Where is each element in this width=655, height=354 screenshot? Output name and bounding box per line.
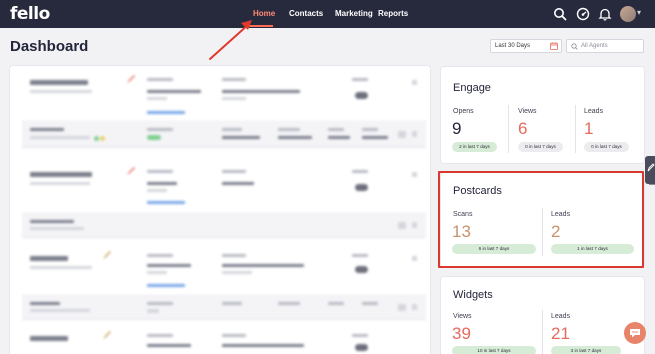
list-item-details [22, 214, 426, 238]
search-icon [571, 43, 578, 50]
chat-icon [630, 329, 640, 338]
chat-support-button[interactable] [624, 322, 646, 344]
fello-logo[interactable]: fello [10, 4, 50, 24]
divider [649, 184, 655, 185]
metric-label: Leads [551, 313, 571, 320]
page-title: Dashboard [10, 38, 89, 55]
avatar[interactable] [620, 6, 636, 22]
metric-trend-chip: 10 in last 7 days [452, 346, 536, 354]
list-item[interactable] [22, 326, 426, 354]
metric-label: Opens [453, 108, 474, 115]
metric-value: 9 [452, 119, 462, 138]
metric-label: Views [518, 108, 537, 115]
metric-value: 39 [452, 324, 471, 343]
list-item[interactable] [22, 158, 426, 214]
engage-card-title: Engage [453, 82, 491, 94]
metric-label: Leads [584, 108, 604, 115]
widgets-card-title: Widgets [453, 289, 493, 301]
annotation-arrow-icon [209, 20, 252, 60]
gauge-icon[interactable] [576, 7, 590, 21]
contact-activity-list [10, 66, 430, 354]
widgets-card: Widgets Views 39 10 in last 7 days Leads… [441, 277, 644, 354]
chevron-down-icon[interactable]: ▾ [637, 8, 641, 17]
metric-label: Views [453, 313, 472, 320]
nav-marketing[interactable]: Marketing [335, 9, 373, 18]
metric-trend-chip: 2 in last 7 days [452, 142, 497, 152]
list-item[interactable] [22, 244, 426, 296]
list-item[interactable] [22, 66, 426, 122]
metric-value: 21 [551, 324, 570, 343]
postcards-highlight-box [438, 171, 644, 268]
bell-icon[interactable] [598, 7, 612, 21]
feedback-side-tab[interactable] [645, 156, 655, 184]
metric-trend-chip: 3 in last 7 days [551, 346, 621, 354]
list-item-details [22, 296, 426, 320]
nav-contacts[interactable]: Contacts [289, 9, 323, 18]
metric-trend-chip: 0 in last 7 days [518, 142, 563, 152]
agents-filter-input[interactable]: All Agents [566, 39, 644, 53]
metric-value: 1 [584, 119, 594, 138]
divider [575, 105, 576, 153]
search-icon[interactable] [553, 7, 567, 21]
metric-value: 6 [518, 119, 528, 138]
divider [542, 310, 543, 354]
engage-card: Engage Opens 9 2 in last 7 days Views 6 … [441, 67, 644, 163]
calendar-icon [550, 42, 558, 50]
metric-trend-chip: 0 in last 7 days [584, 142, 629, 152]
agents-filter-placeholder: All Agents [581, 43, 608, 49]
list-item-details [22, 122, 426, 148]
pencil-icon [647, 163, 655, 172]
nav-reports[interactable]: Reports [378, 9, 408, 18]
date-range-select[interactable]: Last 30 Days [490, 39, 562, 53]
date-range-value: Last 30 Days [495, 43, 531, 49]
divider [508, 105, 509, 153]
